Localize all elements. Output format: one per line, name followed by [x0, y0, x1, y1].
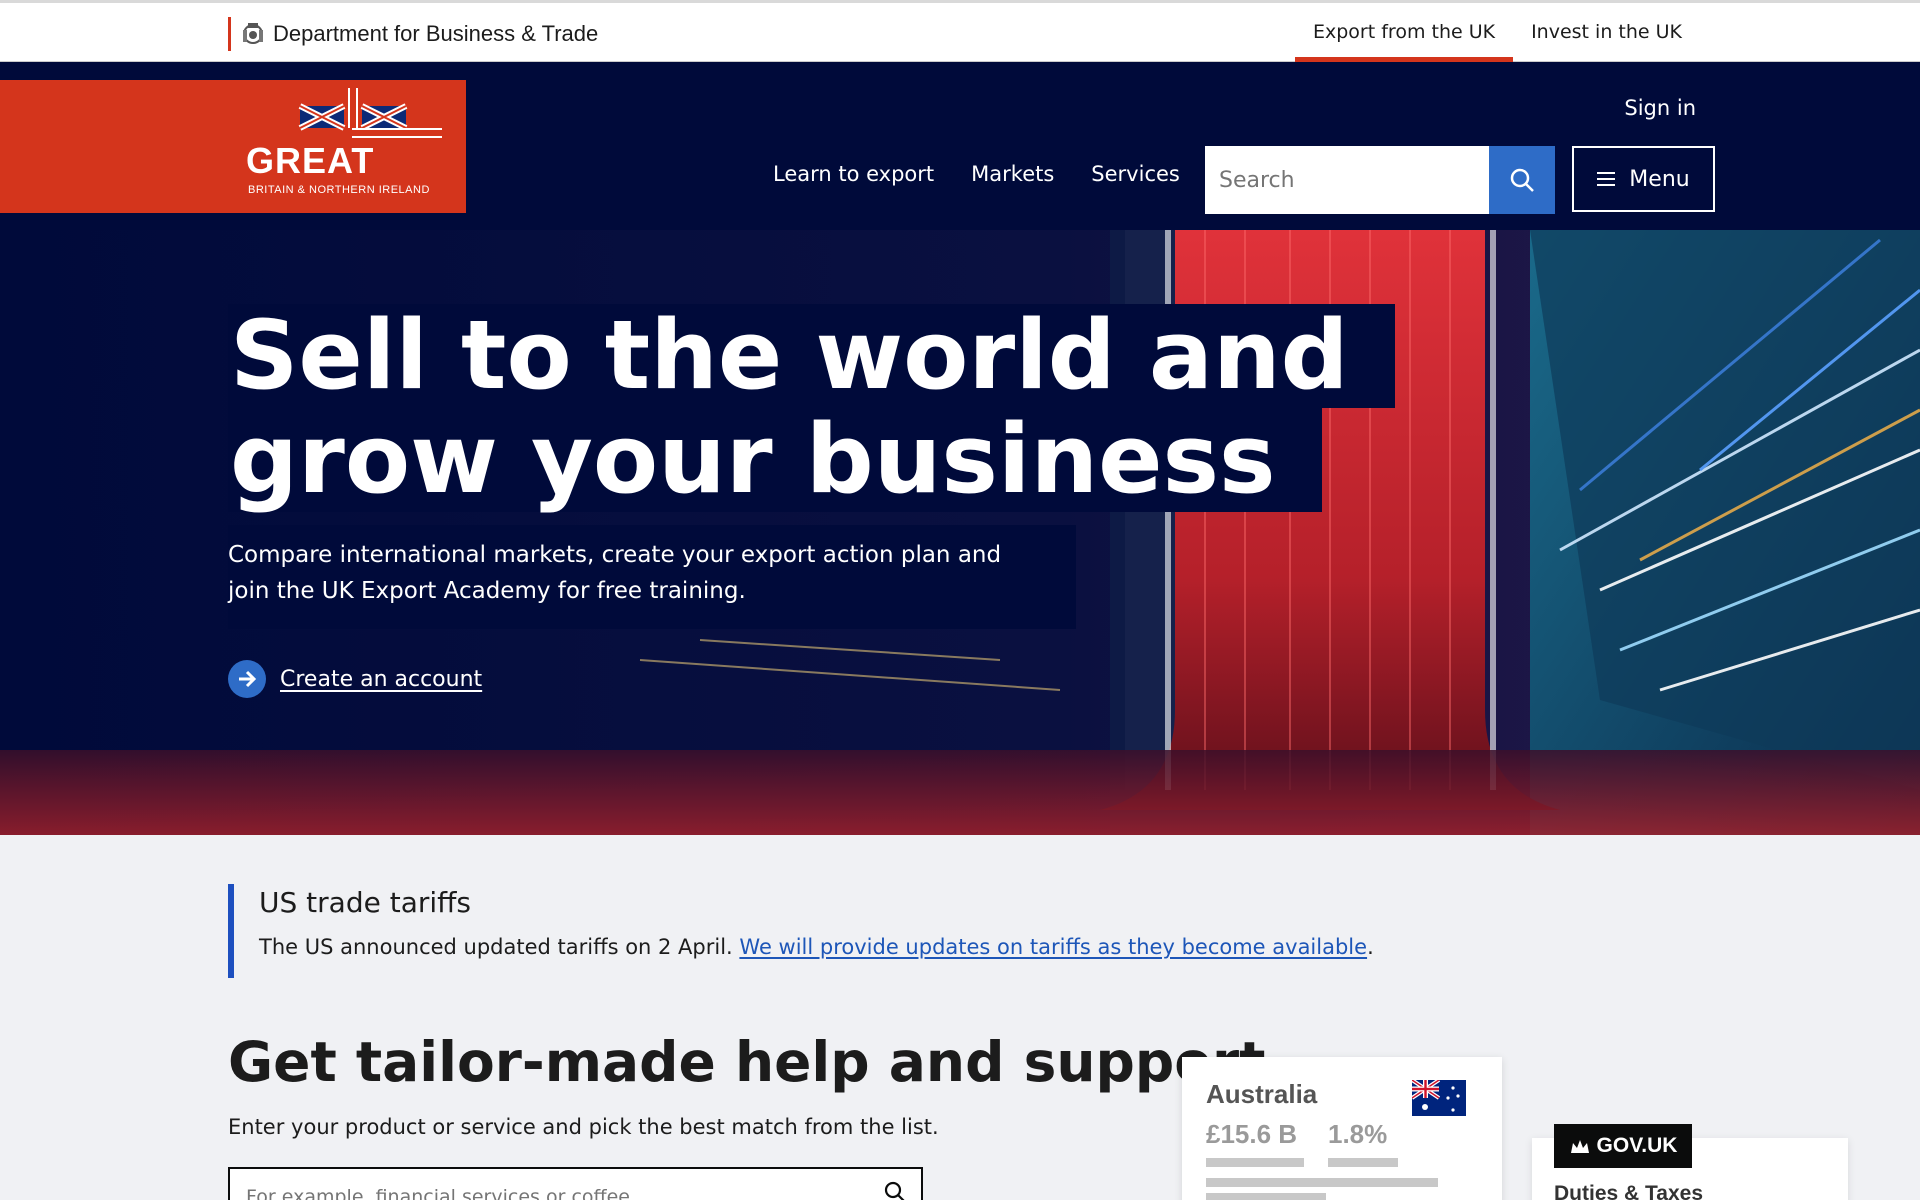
gov-uk-card: GOV.UK Duties & Taxes: [1532, 1124, 1848, 1200]
notice-suffix: .: [1367, 935, 1374, 959]
nav-services[interactable]: Services: [1091, 162, 1180, 186]
search-icon[interactable]: [884, 1181, 906, 1200]
logo-subtitle: BRITAIN & NORTHERN IRELAND: [248, 184, 430, 196]
sign-in-link[interactable]: Sign in: [1624, 96, 1696, 120]
tariffs-notice: US trade tariffs The US announced update…: [228, 884, 1374, 978]
menu-label: Menu: [1629, 166, 1690, 192]
great-logo[interactable]: GREAT BRITAIN & NORTHERN IRELAND: [0, 80, 466, 213]
export-from-uk-link[interactable]: Export from the UK: [1295, 3, 1514, 62]
union-flag-icon: [298, 88, 442, 138]
department-link[interactable]: Department for Business & Trade: [228, 17, 598, 51]
department-name: Department for Business & Trade: [273, 21, 599, 46]
hero-title-line-1: Sell to the world and: [228, 304, 1395, 408]
help-section-description: Enter your product or service and pick t…: [228, 1115, 939, 1139]
market-card-australia: Australia £15.6 B 1.8%: [1182, 1057, 1502, 1200]
market-growth-value: 1.8%: [1328, 1119, 1388, 1149]
placeholder-bar: [1206, 1193, 1326, 1200]
placeholder-bar: [1328, 1158, 1398, 1167]
hero-title-line-2: grow your business: [228, 408, 1322, 512]
invest-in-uk-link[interactable]: Invest in the UK: [1513, 3, 1700, 61]
hamburger-icon: [1597, 172, 1616, 186]
search-button[interactable]: [1489, 146, 1555, 214]
crown-icon: [1570, 1140, 1589, 1153]
hero-banner: Sell to the world and grow your business…: [0, 230, 1920, 835]
royal-crest-icon: [243, 23, 263, 44]
hero-title: Sell to the world and grow your business: [228, 304, 1395, 512]
help-section-title: Get tailor-made help and support: [228, 1030, 1266, 1094]
gov-uk-label: GOV.UK: [1596, 1134, 1678, 1157]
hero-description: Compare international markets, create yo…: [228, 525, 1076, 629]
top-links: Export from the UK Invest in the UK: [1295, 3, 1920, 62]
product-search-input[interactable]: [228, 1167, 923, 1200]
nav-markets[interactable]: Markets: [971, 162, 1054, 186]
menu-button[interactable]: Menu: [1572, 146, 1715, 212]
search-input[interactable]: [1205, 146, 1489, 214]
nav-learn-to-export[interactable]: Learn to export: [773, 162, 934, 186]
gov-card-title: Duties & Taxes: [1554, 1182, 1703, 1200]
market-country-name: Australia: [1206, 1079, 1318, 1109]
create-account-label: Create an account: [280, 666, 483, 692]
australia-flag-icon: [1412, 1080, 1466, 1116]
top-bar: Department for Business & Trade Export f…: [0, 0, 1920, 62]
placeholder-bar: [1206, 1158, 1304, 1167]
logo-great-text: GREAT: [246, 140, 375, 181]
gov-uk-badge: GOV.UK: [1554, 1124, 1692, 1168]
main-navigation: Learn to export Markets Services: [773, 162, 1180, 186]
create-account-link[interactable]: Create an account: [228, 660, 482, 698]
search-icon: [1510, 168, 1534, 192]
placeholder-bar: [1206, 1178, 1438, 1187]
notice-text: The US announced updated tariffs on 2 Ap…: [259, 935, 740, 959]
site-header: GREAT BRITAIN & NORTHERN IRELAND Sign in…: [0, 62, 1920, 230]
market-export-value: £15.6 B: [1206, 1119, 1298, 1149]
site-search: [1205, 146, 1555, 214]
arrow-right-icon: [228, 660, 266, 698]
notice-title: US trade tariffs: [259, 886, 472, 919]
notice-body: The US announced updated tariffs on 2 Ap…: [259, 935, 1374, 959]
tariff-updates-link[interactable]: We will provide updates on tariffs as th…: [739, 935, 1367, 959]
